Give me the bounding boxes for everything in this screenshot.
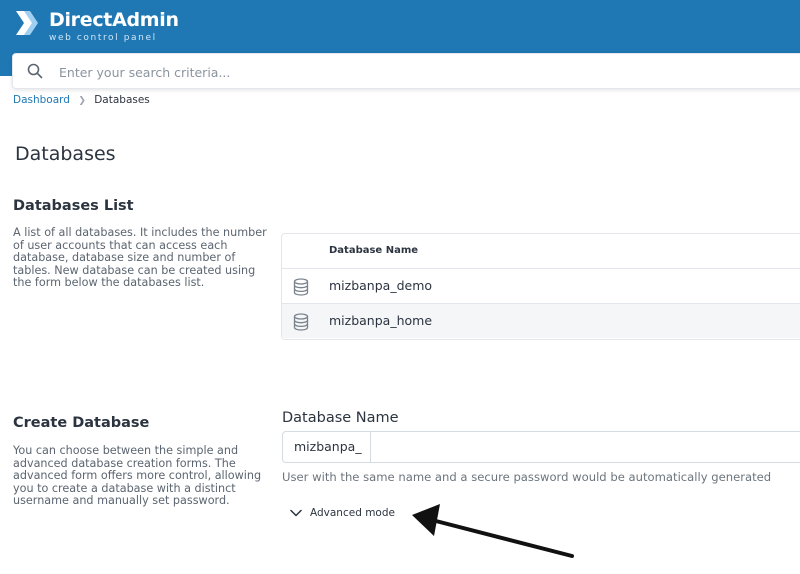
search-icon[interactable] xyxy=(27,63,43,79)
directadmin-logo-icon xyxy=(16,11,38,35)
brand-subtitle: web control panel xyxy=(49,33,157,43)
table-row[interactable]: mizbanpa_home xyxy=(282,304,800,338)
breadcrumb: Dashboard ❯ Databases xyxy=(13,94,150,106)
brand-title: DirectAdmin xyxy=(49,9,179,31)
table-header: Database Name xyxy=(282,234,800,269)
column-header-database-name[interactable]: Database Name xyxy=(329,245,418,256)
search-bar xyxy=(12,53,800,89)
breadcrumb-dashboard-link[interactable]: Dashboard xyxy=(13,94,70,106)
database-name-label: Database Name xyxy=(282,410,399,426)
create-database-title: Create Database xyxy=(13,415,150,431)
database-name-field: mizbanpa_ xyxy=(282,431,800,463)
advanced-mode-toggle[interactable]: Advanced mode xyxy=(290,507,395,519)
database-icon xyxy=(293,313,309,331)
breadcrumb-current: Databases xyxy=(94,94,150,106)
chevron-down-icon xyxy=(290,509,302,517)
database-name-hint: User with the same name and a secure pas… xyxy=(282,470,772,484)
search-input[interactable] xyxy=(57,60,661,84)
chevron-right-icon: ❯ xyxy=(78,96,86,106)
database-name[interactable]: mizbanpa_home xyxy=(329,313,432,328)
database-name-prefix: mizbanpa_ xyxy=(283,432,371,462)
advanced-mode-label: Advanced mode xyxy=(310,507,395,519)
page-title: Databases xyxy=(15,143,116,165)
brand-logo[interactable]: DirectAdmin web control panel xyxy=(12,8,192,44)
database-name-input[interactable] xyxy=(375,436,779,460)
create-database-description: You can choose between the simple and ad… xyxy=(13,444,262,508)
databases-list-title: Databases List xyxy=(13,198,134,214)
databases-table: Database Name mizbanpa_demo mizbanpa_hom… xyxy=(281,233,800,340)
table-row[interactable]: mizbanpa_demo xyxy=(282,269,800,304)
database-icon xyxy=(293,278,309,296)
database-name[interactable]: mizbanpa_demo xyxy=(329,278,432,293)
databases-list-description: A list of all databases. It includes the… xyxy=(13,226,267,290)
